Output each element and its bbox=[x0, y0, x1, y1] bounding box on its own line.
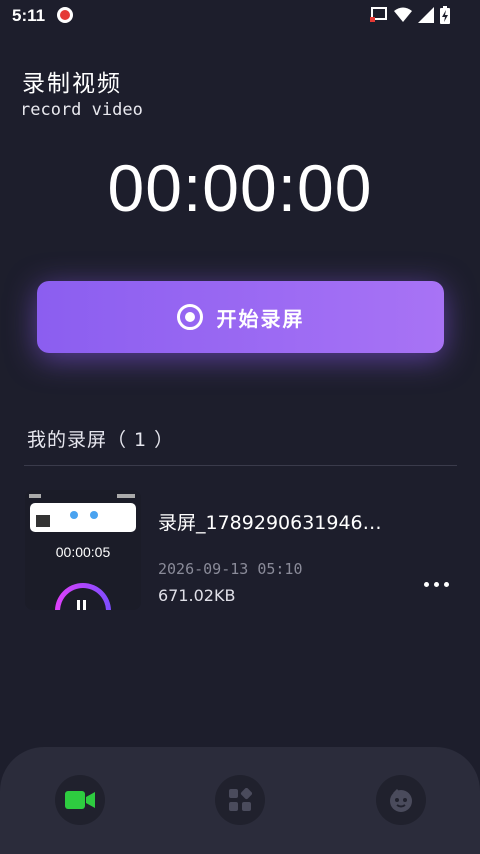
pause-icon bbox=[77, 600, 80, 610]
page-subtitle: record video bbox=[20, 100, 143, 120]
nav-apps[interactable] bbox=[215, 775, 265, 825]
recordings-section-title: 我的录屏（ 1 ） bbox=[27, 429, 175, 451]
start-recording-label: 开始录屏 bbox=[216, 306, 305, 331]
thumbnail-card bbox=[30, 503, 136, 532]
record-icon bbox=[176, 304, 203, 330]
nav-record-video[interactable] bbox=[55, 775, 105, 825]
recording-name: 录屏_1789290631946… bbox=[158, 512, 382, 534]
more-options-button[interactable] bbox=[416, 574, 456, 594]
recording-list-item[interactable]: 00:00:05 录屏_1789290631946… 2026-09-13 05… bbox=[0, 490, 480, 615]
status-time: 5:11 bbox=[12, 6, 46, 25]
start-recording-button[interactable]: 开始录屏 bbox=[37, 281, 444, 353]
recording-date: 2026-09-13 05:10 bbox=[158, 560, 303, 578]
thumbnail-image-icon bbox=[36, 515, 50, 527]
bottom-nav bbox=[0, 747, 480, 854]
recording-timer: 00:00:00 bbox=[107, 151, 373, 225]
status-icons bbox=[370, 6, 450, 24]
cast-icon bbox=[370, 7, 387, 22]
recording-size: 671.02KB bbox=[158, 586, 236, 605]
thumbnail-dot-icon bbox=[90, 511, 98, 519]
status-bar: 5:11 bbox=[0, 0, 480, 34]
thumbnail-dot-icon bbox=[70, 511, 78, 519]
signal-icon bbox=[418, 7, 434, 23]
recording-thumbnail[interactable]: 00:00:05 bbox=[25, 490, 141, 610]
thumbnail-timer: 00:00:05 bbox=[55, 544, 111, 560]
apps-grid-icon bbox=[229, 788, 252, 811]
wifi-icon bbox=[394, 7, 412, 22]
nav-profile[interactable] bbox=[376, 775, 426, 825]
thumbnail-status-bar bbox=[29, 494, 135, 498]
face-icon bbox=[390, 789, 412, 812]
more-dot-icon bbox=[423, 581, 429, 587]
battery-charging-icon bbox=[440, 6, 450, 24]
record-indicator-icon bbox=[57, 7, 73, 23]
video-camera-icon bbox=[65, 791, 95, 809]
divider bbox=[24, 465, 457, 466]
more-dot-icon bbox=[443, 581, 449, 587]
thumbnail-ring bbox=[55, 583, 111, 610]
more-dot-icon bbox=[433, 581, 439, 587]
page-title: 录制视频 bbox=[22, 71, 122, 97]
